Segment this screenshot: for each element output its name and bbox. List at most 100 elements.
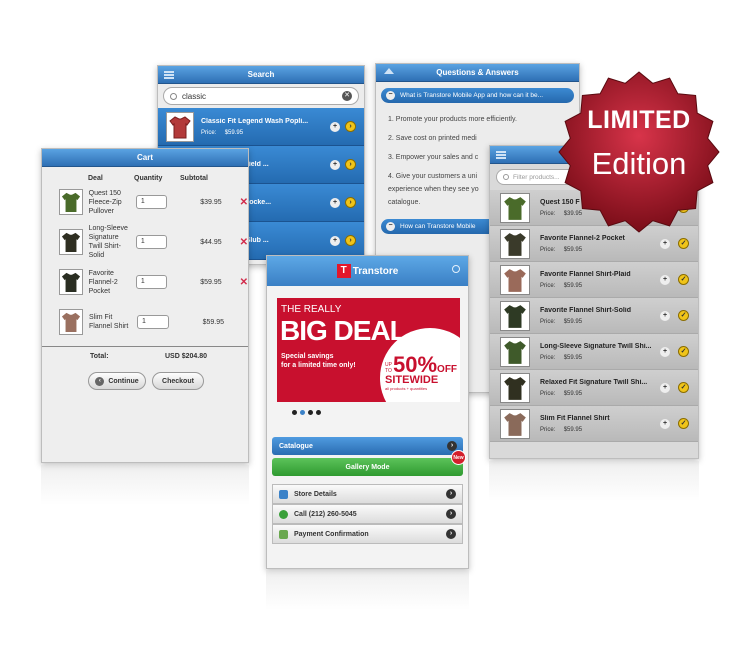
select-check-icon[interactable]: ✓ [678,274,689,285]
product-price: Price: $59.95 [540,354,583,361]
total-value: USD $204.80 [165,353,208,360]
search-icon [503,174,509,180]
badge-line1: LIMITED [587,106,691,134]
banner-discount: UP TO50%OFF SITEWIDE all products + quan… [385,352,458,391]
product-thumbnail [59,269,83,295]
product-title: Long-Sleeve Signature Twill Shi... [540,342,652,350]
select-check-icon[interactable]: ✓ [678,418,689,429]
select-check-icon[interactable]: › [345,159,356,170]
cart-item-name: Long-Sleeve Signature Twill Shirt-Solid [88,225,128,259]
catalog-row[interactable]: Relaxed Fit Signature Twill Shi... Price:… [490,370,698,406]
collapse-icon: − [386,222,395,231]
cart-title: Cart [136,153,153,162]
answer-line: 1. Promote your products more efficientl… [388,116,517,123]
chevron-right-icon: › [446,529,456,539]
product-thumbnail [500,372,530,403]
add-button[interactable]: + [660,239,670,249]
banner-promo1: Special savings [281,353,334,360]
catalogue-button[interactable]: Catalogue › [272,437,463,455]
qa-titlebar: Questions & Answers [376,64,579,82]
catalog-row[interactable]: Long-Sleeve Signature Twill Shi... Price:… [490,334,698,370]
reflection [266,570,469,610]
add-button[interactable]: + [330,198,340,208]
faq-question-1[interactable]: − What is Transtore Mobile App and how c… [381,88,574,103]
quantity-input[interactable]: 1 [135,235,168,249]
product-price: Price: $59.95 [540,390,583,397]
product-thumbnail [500,300,530,331]
product-title: Slim Fit Flannel Shirt [540,414,610,422]
reflection [489,461,699,501]
cart-item-subtotal: $44.95 [200,238,222,246]
add-button[interactable]: + [660,419,670,429]
call-button[interactable]: Call (212) 260-5045 › [272,504,463,524]
chevron-right-icon: › [446,489,456,499]
menu-icon[interactable] [496,151,506,159]
quantity-input[interactable]: 1 [137,315,169,329]
limited-edition-badge: LIMITED Edition [555,68,723,236]
product-thumbnail [500,192,530,223]
add-button[interactable]: + [330,122,340,132]
chevron-right-icon: › [446,509,456,519]
select-check-icon[interactable]: ✓ [678,238,689,249]
select-check-icon[interactable]: ✓ [678,382,689,393]
cart-item-subtotal: $59.95 [200,278,222,286]
add-button[interactable]: + [660,275,670,285]
select-check-icon[interactable]: › [345,121,356,132]
add-button[interactable]: + [330,236,340,246]
catalog-row[interactable]: Favorite Flannel Shirt-Plaid Price: $59.9… [490,262,698,298]
faq-question-text: What is Transtore Mobile App and how can… [400,92,544,99]
product-thumbnail [166,111,194,142]
total-label: Total: [90,353,109,360]
remove-icon[interactable]: ✕ [240,197,248,208]
filter-placeholder: Filter products... [513,173,560,181]
cart-total: Total: USD $204.80 [42,346,248,360]
search-input[interactable]: classic ✕ [163,87,359,105]
cart-item-name: Slim Fit Flannel Shirt [89,314,129,330]
clear-icon[interactable]: ✕ [342,91,352,101]
quantity-input[interactable]: 1 [135,275,168,289]
banner-big: BIG DEAL EVENT [280,315,438,346]
search-result-row[interactable]: Classic Fit Legend Wash Popli... Price: … [158,108,364,146]
catalog-row[interactable]: Favorite Flannel Shirt-Solid Price: $59.9… [490,298,698,334]
cart-row: Quest 150 Fleece-Zip Pullover 1 $39.95 ✕ [42,182,248,222]
add-button[interactable]: + [330,160,340,170]
add-button[interactable]: + [660,311,670,321]
product-thumbnail [59,229,83,255]
promo-banner[interactable]: THE REALLY BIG DEAL EVENT Special savings… [277,298,460,402]
menu-icon[interactable] [164,71,174,79]
search-query: classic [182,91,207,101]
home-icon[interactable] [384,68,394,74]
answer-line: 2. Save cost on printed medi [388,135,477,142]
cart-row: Long-Sleeve Signature Twill Shirt-Solid … [42,222,248,262]
continue-button[interactable]: ‹ Continue [88,372,146,390]
cart-item-subtotal: $59.95 [202,318,224,326]
select-check-icon[interactable]: ✓ [678,310,689,321]
remove-icon[interactable]: ✕ [240,277,248,288]
checkout-button[interactable]: Checkout [152,372,204,390]
qa-title: Questions & Answers [436,68,519,77]
payment-confirmation-button[interactable]: Payment Confirmation › [272,524,463,544]
add-button[interactable]: + [660,347,670,357]
catalog-row[interactable]: Slim Fit Flannel Shirt Price: $59.95 + ✓ [490,406,698,442]
product-title: Favorite Flannel Shirt-Solid [540,306,632,314]
product-thumbnail [500,408,530,439]
badge-line2: Edition [591,146,687,181]
carousel-dot[interactable] [308,410,313,415]
select-check-icon[interactable]: › [345,235,356,246]
store-details-button[interactable]: Store Details › [272,484,463,504]
carousel-dot[interactable] [316,410,321,415]
carousel-dot[interactable] [300,410,305,415]
select-check-icon[interactable]: ✓ [678,346,689,357]
add-button[interactable]: + [660,383,670,393]
cart-screen: Cart Deal Quantity Subtotal Quest 150 Fl… [41,148,249,463]
gallery-mode-button[interactable]: Gallery Mode New [272,450,466,476]
select-check-icon[interactable]: › [345,197,356,208]
brand-name: Transtore [352,265,399,277]
remove-icon[interactable]: ✕ [240,237,248,248]
carousel-dot[interactable] [292,410,297,415]
quantity-input[interactable]: 1 [135,195,168,209]
search-icon[interactable] [452,265,460,273]
banner-line1: THE REALLY [281,304,342,315]
col-quantity: Quantity [134,175,163,182]
home-screen: T Transtore THE REALLY BIG DEAL EVENT Spe… [266,255,469,569]
